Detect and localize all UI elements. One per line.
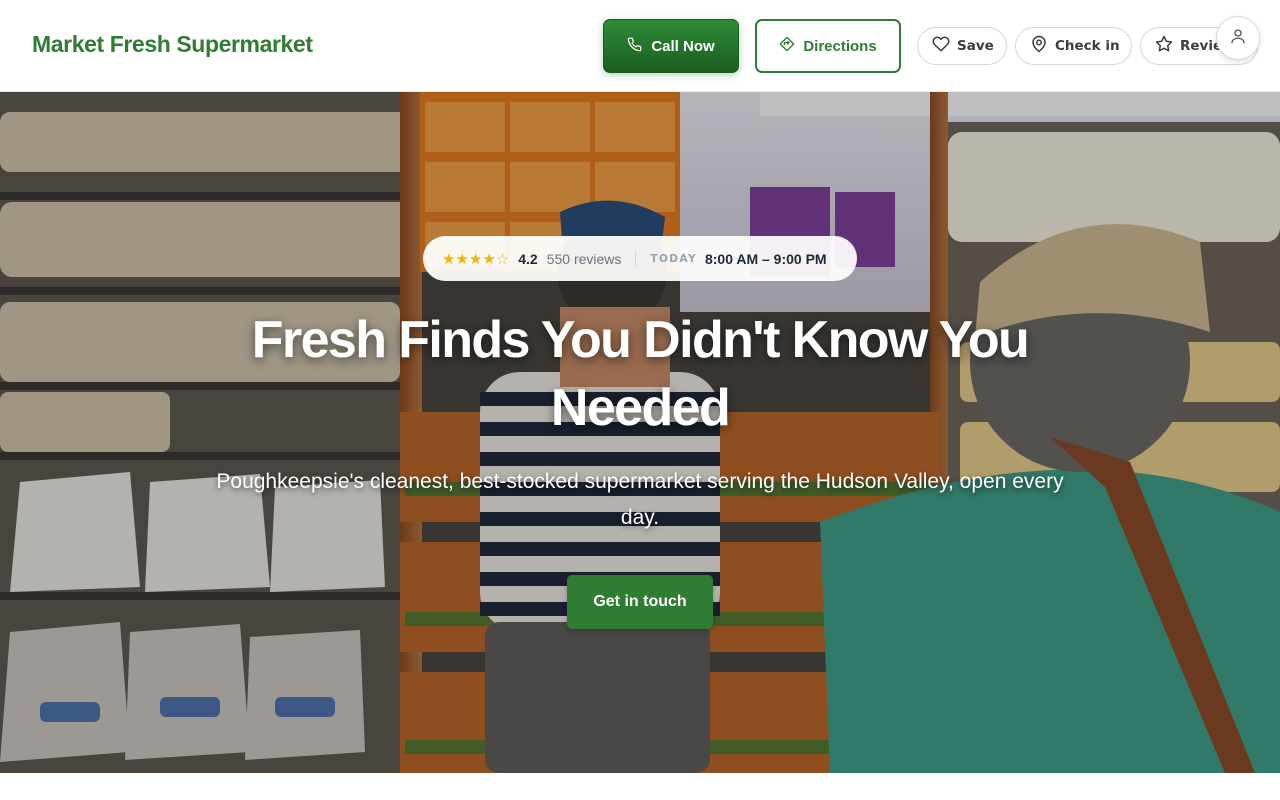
rating-stars: ★★★★☆	[442, 250, 510, 268]
today-label: TODAY	[650, 252, 697, 265]
phone-icon	[627, 37, 642, 56]
directions-label: Directions	[803, 37, 877, 55]
save-button[interactable]: Save	[917, 27, 1007, 65]
directions-button[interactable]: Directions	[755, 19, 901, 73]
opening-hours: 8:00 AM – 9:00 PM	[704, 250, 827, 267]
star-icon	[1155, 35, 1173, 57]
get-in-touch-button[interactable]: Get in touch	[567, 575, 713, 629]
heart-icon	[932, 35, 950, 57]
rating-hours-bar: ★★★★☆ 4.2 550 reviews TODAY 8:00 AM – 9:…	[423, 236, 857, 281]
rating-value: 4.2	[518, 250, 538, 267]
check-in-label: Check in	[1055, 38, 1120, 54]
brand-name[interactable]: Market Fresh Supermarket	[32, 31, 313, 58]
call-now-label: Call Now	[651, 37, 715, 55]
hero-subheading: Poughkeepsie's cleanest, best-stocked su…	[216, 470, 1064, 529]
check-in-button[interactable]: Check in	[1015, 27, 1132, 65]
review-count[interactable]: 550 reviews	[547, 251, 622, 267]
call-now-button[interactable]: Call Now	[603, 19, 739, 73]
info-divider	[635, 250, 637, 267]
user-account-button[interactable]	[1216, 16, 1260, 60]
site-header: Market Fresh Supermarket Call Now Direct…	[0, 0, 1280, 92]
directions-icon	[779, 36, 795, 56]
hero-headline: Fresh Finds You Didn't Know You Needed	[251, 311, 1030, 437]
user-icon	[1229, 27, 1247, 50]
hero-section: ★★★★☆ 4.2 550 reviews TODAY 8:00 AM – 9:…	[0, 92, 1280, 773]
map-pin-icon	[1030, 35, 1048, 57]
save-label: Save	[957, 38, 994, 54]
